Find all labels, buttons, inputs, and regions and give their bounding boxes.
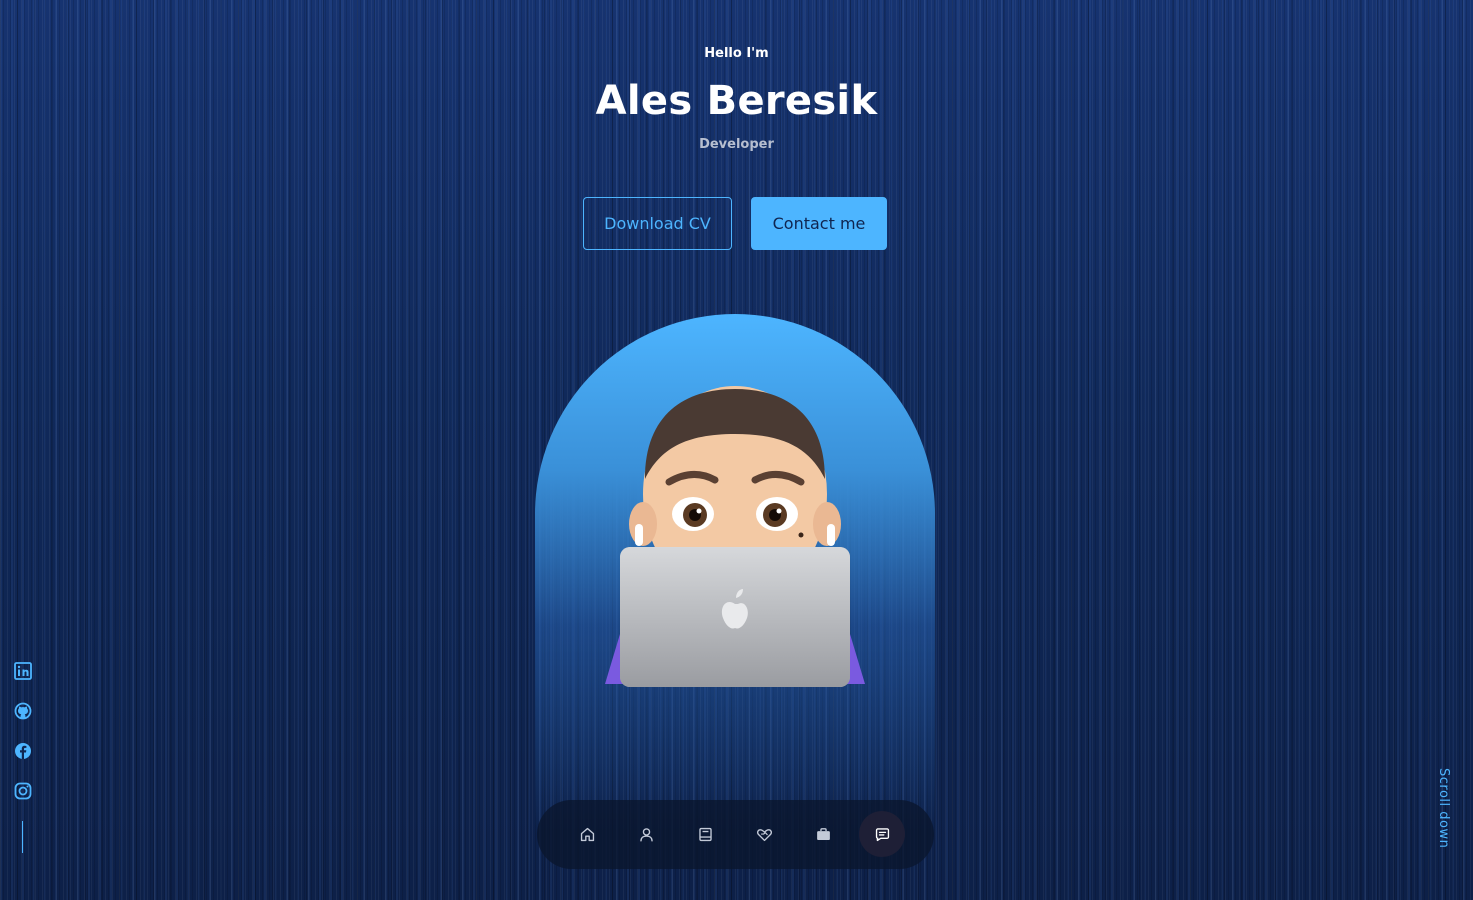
nav-about[interactable] xyxy=(623,811,669,857)
social-links xyxy=(13,661,33,853)
services-icon xyxy=(756,828,772,841)
nav-services[interactable] xyxy=(741,811,787,857)
name-heading: Ales Beresik xyxy=(595,78,878,124)
nav-experience[interactable] xyxy=(682,811,728,857)
download-cv-button[interactable]: Download CV xyxy=(583,197,732,250)
nav-home[interactable] xyxy=(564,811,610,857)
role-text: Developer xyxy=(699,137,774,152)
facebook-icon[interactable] xyxy=(13,741,33,761)
scroll-down-link[interactable]: Scroll down xyxy=(1436,768,1451,848)
github-icon[interactable] xyxy=(13,701,33,721)
nav-portfolio[interactable] xyxy=(800,811,846,857)
nav-contact[interactable] xyxy=(859,811,905,857)
greeting-text: Hello I'm xyxy=(704,46,769,61)
memoji-avatar-image xyxy=(605,386,865,687)
bottom-navbar xyxy=(537,800,934,869)
briefcase-icon xyxy=(816,827,830,840)
home-icon xyxy=(580,827,594,841)
linkedin-icon[interactable] xyxy=(13,661,33,681)
message-icon xyxy=(875,827,889,841)
book-icon xyxy=(698,827,712,841)
user-icon xyxy=(639,827,653,842)
social-divider-line xyxy=(22,821,23,853)
instagram-icon[interactable] xyxy=(13,781,33,801)
contact-me-button[interactable]: Contact me xyxy=(751,197,887,250)
avatar-arch xyxy=(535,314,935,834)
